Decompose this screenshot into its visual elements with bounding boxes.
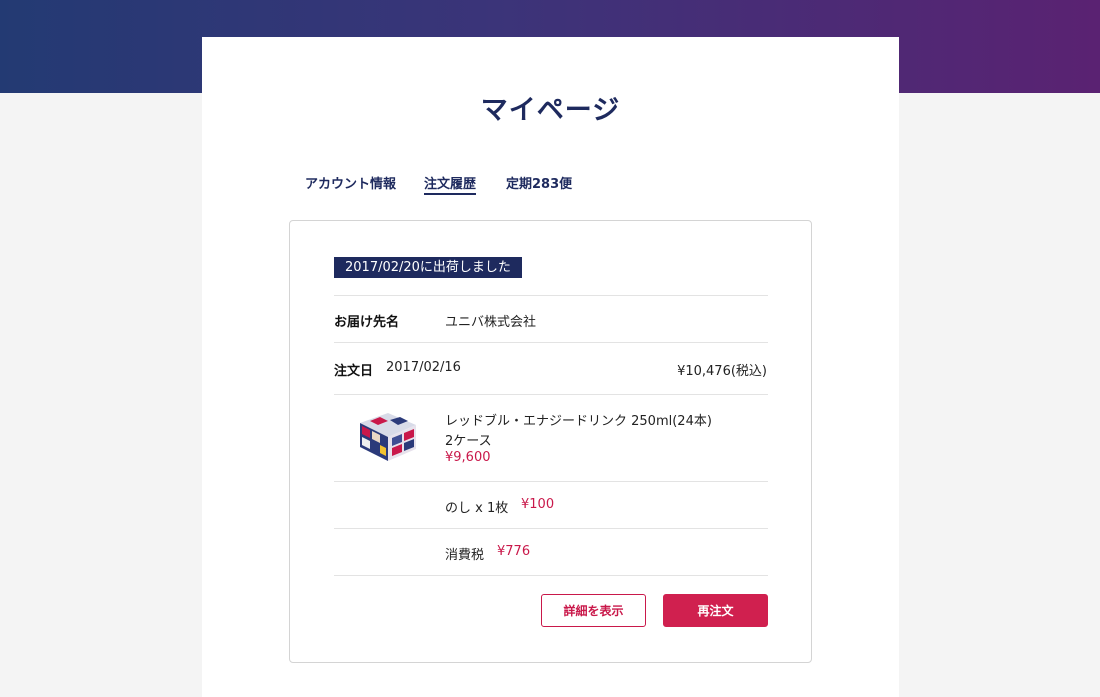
divider <box>334 528 768 529</box>
shipped-status-badge: 2017/02/20に出荷しました <box>334 257 522 278</box>
noshi-label: のし x 1枚 <box>445 501 509 516</box>
tab-account-info[interactable]: アカウント情報 <box>305 173 396 192</box>
divider <box>334 342 768 343</box>
product-quantity: 2ケース <box>445 434 492 449</box>
product-name: レッドブル・エナジードリンク 250ml(24本) <box>445 414 712 429</box>
divider <box>334 575 768 576</box>
tax-label: 消費税 <box>445 548 485 563</box>
order-date-label: 注文日 <box>334 364 374 379</box>
divider <box>334 481 768 482</box>
order-card: 2017/02/20に出荷しました お届け先名 ユニバ株式会社 注文日 2017… <box>289 220 812 663</box>
noshi-price: ¥100 <box>521 497 555 512</box>
product-box-image <box>360 413 416 461</box>
divider <box>334 394 768 395</box>
reorder-button[interactable]: 再注文 <box>663 594 768 627</box>
view-details-button[interactable]: 詳細を表示 <box>541 594 646 627</box>
recipient-label: お届け先名 <box>334 315 400 330</box>
order-date-value: 2017/02/16 <box>386 360 461 375</box>
product-price: ¥9,600 <box>445 450 491 465</box>
order-total: ¥10,476(税込) <box>677 364 767 379</box>
tab-order-history[interactable]: 注文履歴 <box>424 173 477 195</box>
tax-price: ¥776 <box>497 544 531 559</box>
page-title: マイページ <box>480 95 621 126</box>
recipient-value: ユニバ株式会社 <box>445 315 537 330</box>
mypage-panel: マイページ アカウント情報 注文履歴 定期283便 2017/02/20に出荷し… <box>202 37 899 697</box>
divider <box>334 295 768 296</box>
tab-subscription[interactable]: 定期283便 <box>506 173 572 192</box>
